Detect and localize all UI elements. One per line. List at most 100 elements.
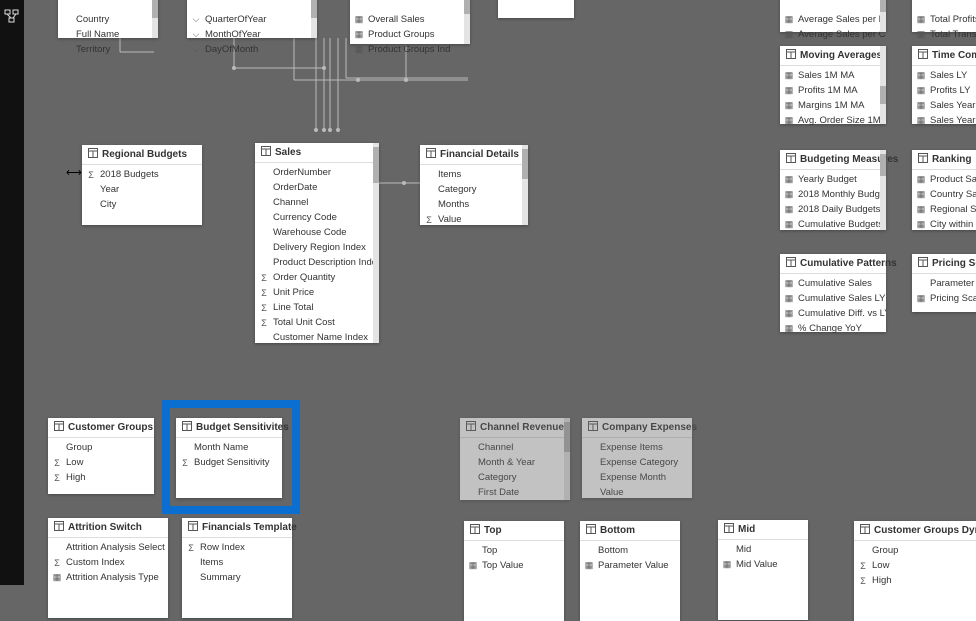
field-row[interactable]: ▦City within C [912,217,976,232]
field-row[interactable]: ▦Average Sales per CL [780,27,886,42]
field-row[interactable]: ▦Product Groups [350,27,470,42]
field-row[interactable]: ⌵MonthOfYear [187,27,317,42]
table-findet[interactable]: Financial DetailsItemsCategoryMonthsΣVal… [420,145,528,225]
field-row[interactable]: ▦Profits 1M MA [780,83,886,98]
field-row[interactable]: ▦Yearly Budget [780,172,886,187]
field-row[interactable]: ⌵DayOfMonth [187,42,317,57]
table-avgs[interactable]: Averages ▦Average Sales per M▦Average Sa… [780,0,886,32]
field-row[interactable]: Summary [182,570,292,585]
scrollbar[interactable] [311,0,317,38]
table-pricing[interactable]: Pricing ScenParameter▦Pricing Sca [912,254,976,312]
field-row[interactable]: Attrition Analysis Select [48,540,168,555]
field-row[interactable]: ▦Product Sale [912,172,976,187]
scrollbar[interactable] [564,418,570,500]
field-row[interactable] [187,0,317,12]
field-row[interactable]: OrderDate [255,180,379,195]
table-header[interactable]: Financial Details [420,145,528,165]
table-keymeasures[interactable]: Key Measures ▦Overall Sales▦Product Grou… [350,0,470,44]
field-row[interactable]: ▦Average Sales per M [780,12,886,27]
field-row[interactable]: ΣTotal Unit Cost [255,315,379,330]
field-row[interactable]: City [82,197,202,212]
field-row[interactable]: ▦Regional Sal [912,202,976,217]
field-row[interactable]: Value [582,485,692,500]
table-attr[interactable]: Attrition Switch Attrition Analysis Selec… [48,518,168,618]
table-regbud[interactable]: Regional BudgetsΣ2018 BudgetsYearCity [82,145,202,225]
field-row[interactable]: Full Name [58,27,158,42]
table-header[interactable]: Attrition Switch [48,518,168,538]
field-row[interactable]: Items [420,167,528,182]
field-row[interactable]: Expense Category [582,455,692,470]
field-row[interactable]: ΣLow [854,558,976,573]
field-row[interactable]: ▦Avg. Order Size 1M … [780,113,886,128]
field-row[interactable]: ▦Profits LY [912,83,976,98]
field-row[interactable]: ▦Sales 1M MA [780,68,886,83]
field-row[interactable]: Currency Code [255,210,379,225]
field-row[interactable]: Month Name [176,440,282,455]
field-row[interactable]: ΣLow [48,455,154,470]
field-row[interactable]: ΣUnit Price [255,285,379,300]
model-view-icon[interactable] [0,8,24,24]
table-header[interactable]: Ranking [912,150,976,170]
field-row[interactable]: Bottom [580,543,680,558]
field-row[interactable]: ΣHigh [48,470,154,485]
table-cgdyn[interactable]: Customer Groups DynaGroupΣLowΣHigh [854,521,976,621]
field-row[interactable]: ▦Sales LY [912,68,976,83]
field-row[interactable]: Expense Month [582,470,692,485]
table-header[interactable]: Sales [255,143,379,163]
field-row[interactable] [58,0,158,12]
scrollbar[interactable] [152,0,158,38]
field-row[interactable]: Group [854,543,976,558]
field-row[interactable]: First Date [460,485,570,500]
table-header[interactable]: Moving Averages [780,46,886,66]
field-row[interactable]: Channel [460,440,570,455]
field-row[interactable]: Σ2018 Budgets [82,167,202,182]
table-coexp[interactable]: Company Expenses Expense ItemsExpense Cat… [582,418,692,498]
field-row[interactable]: ΣCustom Index [48,555,168,570]
field-row[interactable] [912,0,976,12]
field-row[interactable]: Customer Name Index [255,330,379,345]
field-row[interactable]: ▦Cumulative Sales LY [780,291,886,306]
model-canvas[interactable]: ⟷ Customers CountryFull NameTerritoryDat… [24,0,976,585]
table-empty1[interactable] [498,0,574,18]
field-row[interactable]: Territory [58,42,158,57]
field-row[interactable]: ▦Top Value [464,558,564,573]
table-timecomp[interactable]: Time Compar▦Sales LY▦Profits LY▦Sales Ye… [912,46,976,124]
field-row[interactable]: Group [48,440,154,455]
field-row[interactable]: Product Description Index [255,255,379,270]
table-header[interactable]: Pricing Scen [912,254,976,274]
field-row[interactable]: Month & Year [460,455,570,470]
table-mid[interactable]: MidMid▦Mid Value [718,520,808,620]
field-row[interactable]: ▦Margins 1M MA [780,98,886,113]
table-budmeas[interactable]: Budgeting Measures ▦Yearly Budget▦2018 Mo… [780,150,886,230]
field-row[interactable]: ▦Sales Year to [912,98,976,113]
scrollbar[interactable] [880,150,886,230]
table-sales[interactable]: Sales OrderNumberOrderDateChannelCurrency… [255,143,379,343]
table-header[interactable]: Company Expenses [582,418,692,438]
field-row[interactable]: ▦Parameter Value [580,558,680,573]
scrollbar[interactable] [373,143,379,343]
table-top[interactable]: TopTop▦Top Value [464,521,564,621]
field-row[interactable]: Top [464,543,564,558]
field-row[interactable]: Expense Items [582,440,692,455]
field-row[interactable]: ▦2018 Monthly Budge [780,187,886,202]
field-row[interactable]: ΣOrder Quantity [255,270,379,285]
field-row[interactable]: ▦Overall Sales [350,12,470,27]
field-row[interactable]: Parameter [912,276,976,291]
table-header[interactable]: Budgeting Measures [780,150,886,170]
field-row[interactable]: OrderNumber [255,165,379,180]
field-row[interactable]: ▦Cumulative Diff. vs LY [780,306,886,321]
field-row[interactable]: Year [82,182,202,197]
table-cumpat[interactable]: Cumulative Patterns▦Cumulative Sales▦Cum… [780,254,886,332]
table-ranking[interactable]: Ranking▦Product Sale▦Country Sale▦Region… [912,150,976,230]
field-row[interactable]: ΣBudget Sensitivity [176,455,282,470]
field-row[interactable]: Delivery Region Index [255,240,379,255]
field-row[interactable]: Channel [255,195,379,210]
field-row[interactable]: ▦% Change YoY [780,321,886,336]
scrollbar[interactable] [880,46,886,124]
table-movavg[interactable]: Moving Averages ▦Sales 1M MA▦Profits 1M M… [780,46,886,124]
table-header[interactable]: Cumulative Patterns [780,254,886,274]
field-row[interactable]: ▦Sales Year to [912,113,976,128]
field-row[interactable]: ⌵QuarterOfYear [187,12,317,27]
field-row[interactable]: Category [460,470,570,485]
table-header[interactable]: Customer Groups [48,418,154,438]
